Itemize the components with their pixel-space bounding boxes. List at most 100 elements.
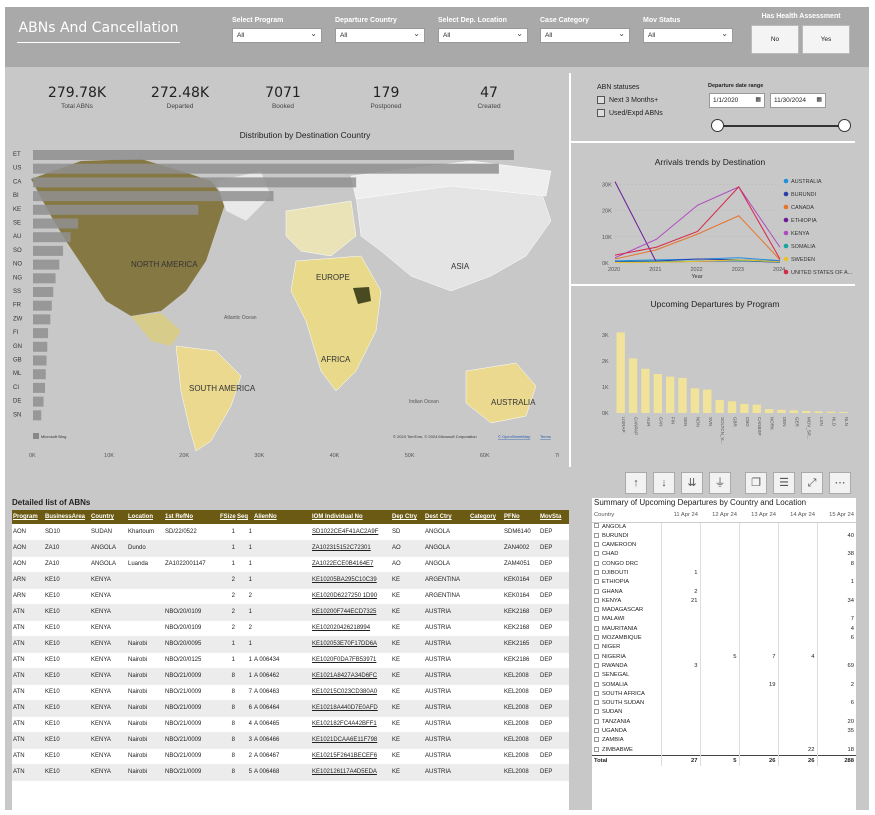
expand-icon[interactable]: [594, 728, 599, 733]
arrivals-line-chart[interactable]: 0K10K20K30K2020 2021 2022 2023 2024YearAUSTR…: [575, 167, 855, 287]
legend-label[interactable]: UNITED STATES OF A...: [791, 270, 853, 276]
matrix-row[interactable]: CONGO DRC 8: [592, 559, 856, 569]
matrix-row[interactable]: NIGER: [592, 643, 856, 653]
program-bar[interactable]: [665, 376, 675, 413]
table-row[interactable]: ATN KE10 KENYA Nairobi NBO/20/0095 1 1 KE102053…: [12, 636, 569, 653]
country-bar[interactable]: [33, 245, 64, 256]
more-options-icon[interactable]: ⋯: [829, 472, 851, 494]
legend-label[interactable]: BURUNDI: [791, 192, 817, 198]
filter-icon[interactable]: ☰: [773, 472, 795, 494]
matrix-row[interactable]: SOUTH AFRICA: [592, 689, 856, 700]
legend-label[interactable]: SOMALIA: [791, 244, 816, 250]
program-bar[interactable]: [752, 404, 761, 413]
expand-icon[interactable]: [594, 672, 599, 678]
legend-label[interactable]: CANADA: [791, 205, 814, 211]
checkbox-icon[interactable]: [597, 96, 605, 104]
program-bar[interactable]: [814, 411, 823, 413]
program-bar[interactable]: [740, 403, 749, 413]
country-bar[interactable]: [33, 314, 51, 325]
matrix-row[interactable]: MOZAMBIQUE 6: [592, 634, 856, 644]
column-header[interactable]: AlienNo: [253, 510, 311, 524]
country-bar[interactable]: [33, 341, 48, 352]
iom-individual-link[interactable]: KE102182FC4A42BFF1: [311, 716, 391, 733]
column-header[interactable]: Location: [127, 510, 164, 524]
table-row[interactable]: AON SD10 SUDAN Khartoum SD/22/0522 1 1 SD1022CE…: [12, 524, 569, 541]
legend-label[interactable]: KENYA: [791, 231, 810, 237]
column-header[interactable]: Seq: [236, 510, 253, 524]
iom-individual-link[interactable]: KE102020426218994: [311, 620, 391, 637]
double-arrow-down-icon[interactable]: ⇊: [681, 472, 703, 494]
table-row[interactable]: ATN KE10 KENYA Nairobi NBO/21/0009 8 4 A 006465…: [12, 716, 569, 733]
dep-location-slicer[interactable]: Select Dep. Location All ⌄: [438, 17, 528, 43]
column-header[interactable]: Dep Ctry: [391, 510, 424, 524]
expand-icon[interactable]: [594, 700, 599, 706]
expand-icon[interactable]: [594, 560, 599, 566]
column-header[interactable]: Country: [592, 509, 661, 523]
iom-individual-link[interactable]: KE102053E70F17DD6A: [311, 636, 391, 653]
matrix-row[interactable]: ETHIOPIA 1: [592, 578, 856, 588]
expand-icon[interactable]: [594, 579, 599, 585]
matrix-row[interactable]: BURUNDI 40: [592, 531, 856, 542]
range-handle-end[interactable]: [838, 119, 851, 132]
country-bar[interactable]: [33, 204, 199, 215]
health-no-button[interactable]: No: [751, 25, 799, 54]
program-bar[interactable]: [764, 409, 774, 413]
country-bar[interactable]: [33, 177, 357, 188]
program-bar[interactable]: [628, 358, 638, 413]
checkbox-icon[interactable]: [597, 109, 605, 117]
matrix-row[interactable]: SOMALIA 19 2: [592, 680, 856, 690]
table-row[interactable]: ARN KE10 KENYA 2 1 KE10205BA295C10C39 KE ARGENT…: [12, 572, 569, 589]
matrix-row[interactable]: CHAD 38: [592, 550, 856, 560]
iom-individual-link[interactable]: KE10200F744ECD7325: [311, 604, 391, 621]
hierarchy-icon[interactable]: ⏚: [709, 472, 731, 494]
table-row[interactable]: ATN KE10 KENYA NBO/20/0109 2 2 KE1020204262189…: [12, 620, 569, 637]
expand-icon[interactable]: [594, 709, 599, 715]
country-bar[interactable]: [33, 355, 47, 366]
table-row[interactable]: ATN KE10 KENYA Nairobi NBO/21/0009 8 2 A 006467…: [12, 748, 569, 765]
end-date-input[interactable]: 11/30/2024 ▦: [770, 93, 826, 108]
country-bar[interactable]: [33, 218, 79, 229]
program-slicer[interactable]: Select Program All ⌄: [232, 17, 322, 43]
matrix-row[interactable]: SENEGAL: [592, 671, 856, 681]
matrix-row[interactable]: SUDAN: [592, 708, 856, 718]
series-line[interactable]: [614, 186, 781, 260]
matrix-row[interactable]: MALAWI 7: [592, 615, 856, 625]
program-bar[interactable]: [802, 410, 811, 413]
expand-icon[interactable]: [594, 523, 599, 529]
column-header[interactable]: 15 Apr 24: [817, 509, 856, 523]
table-row[interactable]: ATN KE10 KENYA Nairobi NBO/21/0009 8 5 A 006468…: [12, 764, 569, 781]
expand-icon[interactable]: [594, 597, 599, 603]
iom-individual-link[interactable]: ZA1022ECE0B4164E7: [311, 556, 391, 573]
table-row[interactable]: AON ZA10 ANGOLA Dundo 1 1 ZA102315152C72301 AO A…: [12, 540, 569, 557]
mov-status-slicer[interactable]: Mov Status All ⌄: [643, 17, 733, 43]
country-bar[interactable]: [33, 382, 46, 393]
iom-individual-link[interactable]: ZA102315152C72301: [311, 540, 391, 557]
expand-icon[interactable]: [594, 542, 599, 548]
terms-link[interactable]: Terms: [540, 434, 551, 439]
departure-country-dropdown[interactable]: All ⌄: [335, 28, 425, 43]
health-yes-button[interactable]: Yes: [802, 25, 850, 54]
program-dropdown[interactable]: All ⌄: [232, 28, 322, 43]
matrix-row[interactable]: NIGERIA 5 7 4: [592, 652, 856, 662]
country-bar[interactable]: [33, 300, 52, 311]
expand-icon[interactable]: [594, 532, 599, 538]
expand-icon[interactable]: [594, 607, 599, 613]
column-header[interactable]: Program: [12, 510, 44, 524]
expand-icon[interactable]: [594, 551, 599, 557]
matrix-row[interactable]: ANGOLA: [592, 522, 856, 532]
program-bar[interactable]: [616, 332, 625, 413]
country-bar[interactable]: [33, 232, 71, 243]
program-bar[interactable]: [678, 377, 687, 413]
table-row[interactable]: ARN KE10 KENYA 2 2 KE1020D6227250 1D90 KE ARGEN…: [12, 588, 569, 605]
matrix-row[interactable]: TANZANIA 20: [592, 717, 856, 728]
table-row[interactable]: ATN KE10 KENYA Nairobi NBO/21/0009 8 1 A 006462…: [12, 668, 569, 685]
country-bar[interactable]: [33, 150, 514, 160]
iom-individual-link[interactable]: KE102126117A4D5EDA: [311, 764, 391, 781]
country-bar[interactable]: [33, 410, 42, 421]
country-bar[interactable]: [33, 259, 60, 270]
start-date-input[interactable]: 1/1/2020 ▦: [709, 93, 765, 108]
table-row[interactable]: AON ZA10 ANGOLA Luanda ZA1022001147 1 1 ZA1022E…: [12, 556, 569, 573]
case-category-dropdown[interactable]: All ⌄: [540, 28, 630, 43]
expand-icon[interactable]: [594, 746, 599, 752]
expand-icon[interactable]: [594, 681, 599, 687]
